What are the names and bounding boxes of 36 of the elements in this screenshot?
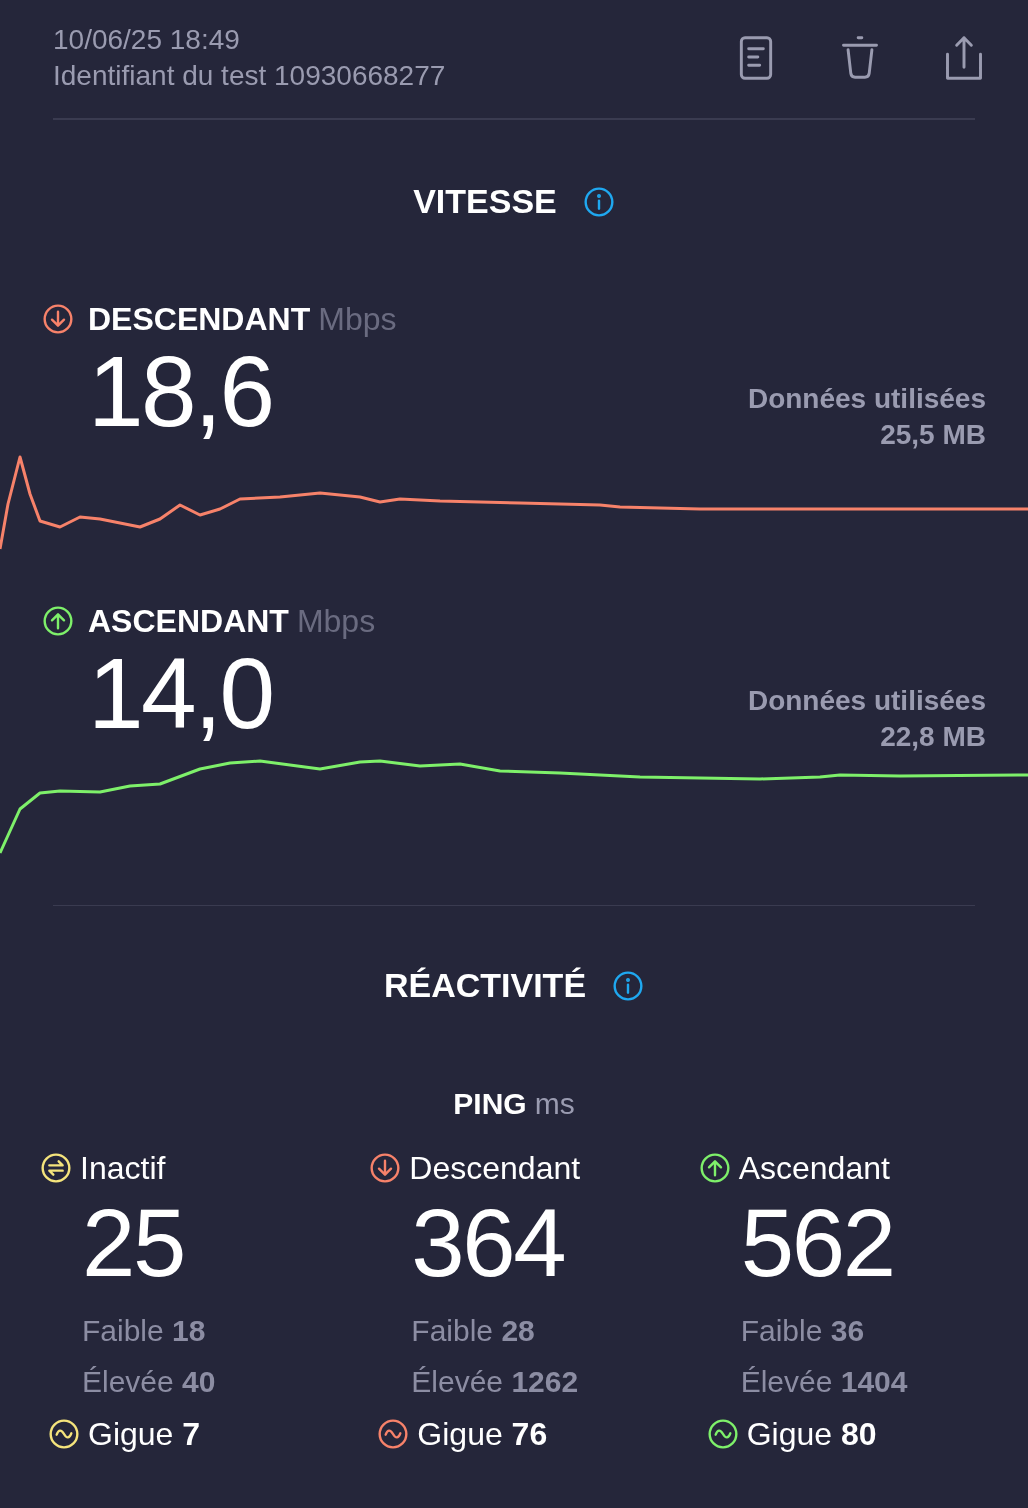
ping-type-label: Inactif — [80, 1149, 166, 1188]
ping-low: Faible 28 — [410, 1313, 536, 1349]
ping-high: Élevée 1404 — [739, 1364, 909, 1400]
ping-type-label: Ascendant — [738, 1149, 890, 1188]
speed-unit: Mbps — [318, 300, 397, 339]
data-used-label: Données utilisées — [747, 382, 986, 416]
info-icon[interactable] — [582, 185, 615, 218]
ping-low: Faible 36 — [739, 1313, 866, 1349]
speed-value: 18,6 — [88, 339, 273, 443]
jitter-value: Gigue 76 — [417, 1415, 548, 1454]
ping-type-label: Descendant — [409, 1149, 581, 1188]
section-title: RÉACTIVITÉ — [383, 965, 587, 1006]
ping-value: 25 — [81, 1188, 185, 1298]
data-used-value: 25,5 MB — [880, 418, 986, 452]
ping-value: 364 — [410, 1188, 566, 1298]
speed-value: 14,0 — [88, 641, 273, 745]
ping-label: PING — [453, 1086, 527, 1122]
info-icon[interactable] — [612, 969, 645, 1002]
wave-icon — [377, 1418, 410, 1450]
data-used-label: Données utilisées — [747, 684, 986, 718]
ping-high: Élevée 1262 — [410, 1364, 580, 1400]
jitter-value: Gigue 80 — [746, 1415, 877, 1454]
test-datetime: 10/06/25 18:49 — [53, 23, 241, 57]
ping-unit: ms — [534, 1086, 575, 1122]
speed-label: ASCENDANT — [88, 602, 289, 641]
test-id: Identifiant du test 10930668277 — [53, 59, 446, 93]
data-used-value: 22,8 MB — [880, 720, 986, 754]
speed-label: DESCENDANT — [88, 300, 311, 339]
speed-unit: Mbps — [296, 602, 376, 641]
ping-low: Faible 18 — [81, 1313, 207, 1349]
ping-high: Élevée 40 — [81, 1364, 217, 1400]
ping-value: 562 — [739, 1188, 895, 1298]
jitter-value: Gigue 7 — [88, 1415, 201, 1454]
wave-icon — [48, 1418, 80, 1450]
wave-icon — [706, 1418, 739, 1450]
section-title: VITESSE — [413, 181, 557, 222]
